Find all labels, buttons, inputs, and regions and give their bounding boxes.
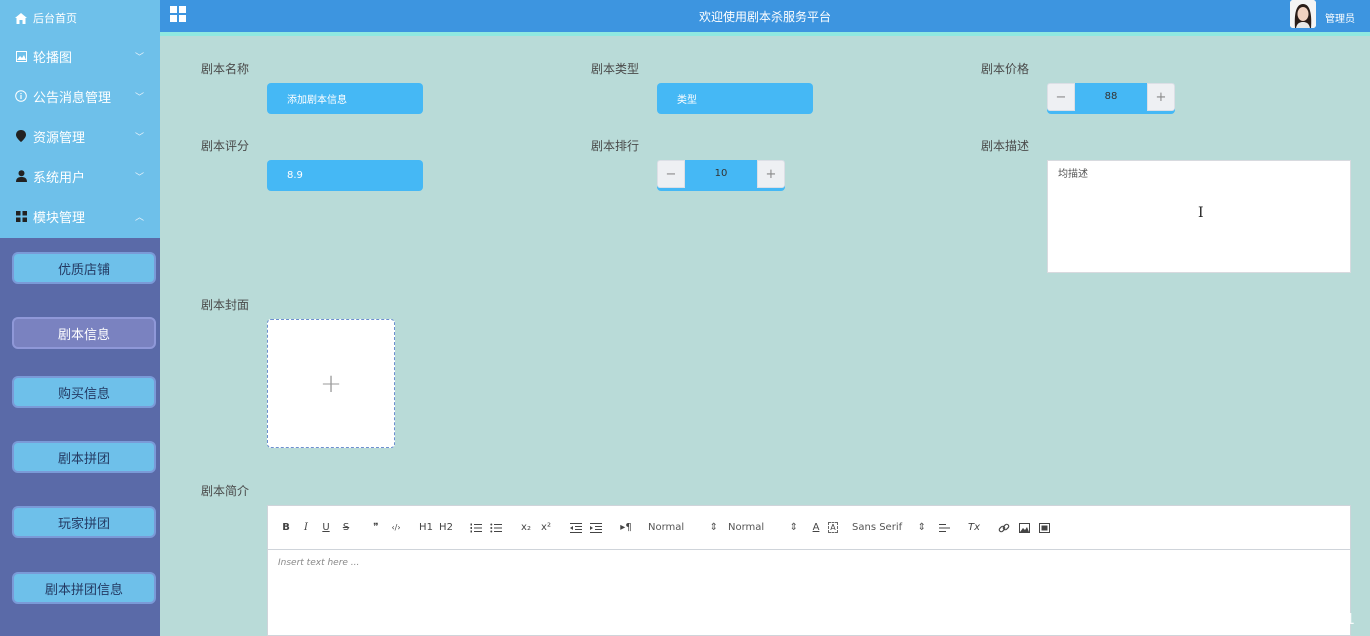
sidebar-item-label: 系统用户 (33, 170, 86, 186)
updown-icon: ⇕ (789, 522, 798, 533)
sidebar-item-label: 轮播图 (33, 50, 73, 66)
name-input[interactable]: 添加剧本信息 (267, 83, 423, 114)
price-stepper: − 88 + (1047, 83, 1175, 114)
info-icon (15, 90, 27, 102)
location-icon (15, 130, 27, 142)
header-picker[interactable]: Normal ⇕ (728, 522, 798, 533)
superscript-button[interactable]: x² (538, 518, 554, 538)
name-label: 剧本名称 (201, 62, 250, 76)
rating-input[interactable]: 8.9 (267, 160, 423, 191)
editor-toolbar: B I U S ❞ ‹/› H1 H2 x₂ x² ▸¶ Normal ⇕ No… (268, 506, 1350, 550)
watermark: CSDN @QQ177825331 (1182, 610, 1355, 628)
sidebar-item-label: 资源管理 (33, 130, 86, 146)
chevron-down-icon: ﹀ (134, 93, 144, 103)
image-insert-icon[interactable] (1016, 518, 1032, 538)
submenu-purchase-info[interactable]: 购买信息 (12, 376, 156, 408)
code-icon[interactable]: ‹/› (388, 518, 404, 538)
link-icon[interactable] (996, 518, 1012, 538)
clean-format-button[interactable]: Tx (966, 518, 982, 538)
video-icon[interactable] (1036, 518, 1052, 538)
text-cursor-icon: I (1198, 205, 1204, 221)
desc-label: 剧本描述 (981, 139, 1030, 153)
underline-button[interactable]: U (318, 518, 334, 538)
page-title: 欢迎使用剧本杀服务平台 (698, 10, 831, 24)
h1-button[interactable]: H1 (418, 518, 434, 538)
background-color-icon[interactable]: A (828, 522, 838, 533)
align-icon[interactable] (936, 518, 952, 538)
main-form: 剧本名称 添加剧本信息 剧本类型 类型 剧本价格 − 88 + 剧本评分 8.9… (166, 36, 1370, 636)
rank-value[interactable]: 10 (685, 168, 757, 179)
type-label: 剧本类型 (591, 62, 640, 76)
sidebar-item-modules[interactable]: 模块管理 ︿ (0, 196, 160, 236)
image-icon (15, 50, 27, 62)
price-decrement-button[interactable]: − (1047, 83, 1075, 111)
cover-label: 剧本封面 (201, 298, 250, 312)
bold-button[interactable]: B (278, 518, 294, 538)
avatar[interactable] (1290, 0, 1316, 28)
price-label: 剧本价格 (981, 62, 1030, 76)
sidebar-item-notice[interactable]: 公告消息管理 ﹀ (0, 76, 160, 116)
submenu-script-group[interactable]: 剧本拼团 (12, 441, 156, 473)
sidebar-home[interactable]: 后台首页 (0, 0, 160, 36)
home-icon (15, 12, 27, 24)
blockquote-icon[interactable]: ❞ (368, 518, 384, 538)
user-icon (15, 170, 27, 182)
h2-button[interactable]: H2 (438, 518, 454, 538)
admin-label[interactable]: 管理员 (1325, 10, 1355, 25)
sidebar-item-label: 公告消息管理 (33, 90, 112, 106)
submenu-player-group[interactable]: 玩家拼团 (12, 506, 156, 538)
text-direction-icon[interactable]: ▸¶ (618, 518, 634, 538)
plus-icon: + (320, 368, 342, 399)
sidebar-item-carousel[interactable]: 轮播图 ﹀ (0, 36, 160, 76)
sidebar-menu: 后台首页 轮播图 ﹀ 公告消息管理 ﹀ 资源管理 ﹀ 系统用户 ﹀ 模块管理 ︿ (0, 0, 160, 238)
home-label: 后台首页 (33, 12, 77, 25)
editor-placeholder[interactable]: Insert text here ... (268, 550, 1350, 576)
strike-button[interactable]: S (338, 518, 354, 538)
submenu-script-group-info[interactable]: 剧本拼团信息 (12, 572, 156, 604)
price-increment-button[interactable]: + (1147, 83, 1175, 111)
submenu-quality-shop[interactable]: 优质店铺 (12, 252, 156, 284)
font-color-icon[interactable]: A (808, 518, 824, 538)
ordered-list-icon[interactable] (468, 518, 484, 538)
italic-button[interactable]: I (298, 518, 314, 538)
sidebar: 后台首页 轮播图 ﹀ 公告消息管理 ﹀ 资源管理 ﹀ 系统用户 ﹀ 模块管理 ︿… (0, 0, 160, 636)
intro-label: 剧本简介 (201, 484, 250, 498)
outdent-icon[interactable] (568, 518, 584, 538)
sidebar-item-label: 模块管理 (33, 210, 86, 226)
indent-icon[interactable] (588, 518, 604, 538)
chevron-down-icon: ﹀ (134, 53, 144, 63)
sidebar-item-resources[interactable]: 资源管理 ﹀ (0, 116, 160, 156)
subscript-button[interactable]: x₂ (518, 518, 534, 538)
cover-uploader[interactable]: + (267, 319, 395, 448)
size-picker[interactable]: Normal ⇕ (648, 522, 718, 533)
sidebar-item-users[interactable]: 系统用户 ﹀ (0, 156, 160, 196)
chevron-up-icon: ︿ (134, 213, 144, 223)
font-picker[interactable]: Sans Serif ⇕ (852, 522, 926, 533)
updown-icon: ⇕ (917, 522, 926, 533)
chevron-down-icon: ﹀ (134, 133, 144, 143)
chevron-down-icon: ﹀ (134, 173, 144, 183)
rating-label: 剧本评分 (201, 139, 250, 153)
bullet-list-icon[interactable] (488, 518, 504, 538)
rank-label: 剧本排行 (591, 139, 640, 153)
type-select[interactable]: 类型 (657, 83, 813, 114)
submenu-script-info[interactable]: 剧本信息 (12, 317, 156, 349)
price-value[interactable]: 88 (1075, 91, 1147, 102)
updown-icon: ⇕ (709, 522, 718, 533)
top-header: 欢迎使用剧本杀服务平台 管理员 (160, 0, 1370, 32)
rank-increment-button[interactable]: + (757, 160, 785, 188)
rank-stepper: − 10 + (657, 160, 785, 191)
grid-icon (15, 210, 27, 222)
rank-decrement-button[interactable]: − (657, 160, 685, 188)
